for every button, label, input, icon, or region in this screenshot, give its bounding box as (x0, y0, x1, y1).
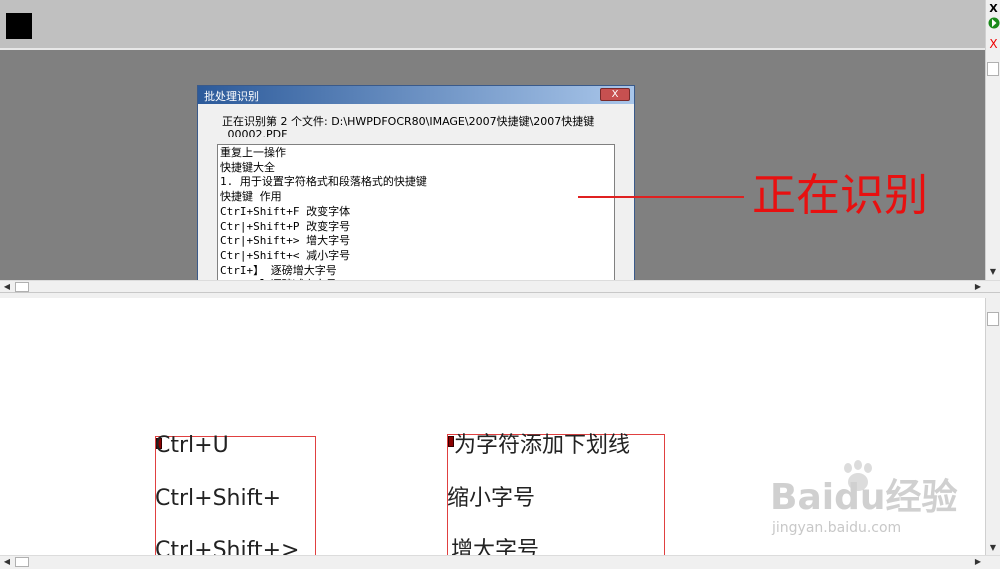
recognized-text-line: 快捷键大全 (220, 160, 275, 174)
recognized-text-line: Ctr|+Shift+< 减小字号 (220, 248, 351, 262)
ocr-line: 增大字号 (451, 538, 540, 555)
ocr-line: Ctrl+U (155, 433, 229, 458)
recognized-text-line: 快捷键 作用 (220, 190, 282, 204)
close-x-black-icon[interactable]: X (987, 2, 1000, 15)
vertical-scroll-thumb[interactable] (987, 312, 999, 326)
top-toolbar (0, 0, 985, 50)
recognition-status-text: 正在识别第 2 个文件: D:\HWPDFOCR80\IMAGE\2007快捷键… (222, 115, 595, 137)
vertical-scroll-thumb[interactable] (987, 62, 999, 76)
scroll-down-arrow-icon[interactable]: ▼ (986, 542, 1000, 554)
recognized-text-line: CtrI+】 逐磅增大字号 (220, 263, 337, 277)
green-arrow-icon[interactable] (987, 16, 1000, 29)
annotation-line (578, 196, 744, 198)
watermark-main: Baidu经验 (770, 477, 958, 518)
top-right-controls: X X ▼ (985, 0, 1000, 280)
ocr-line: Ctrl+Shift+> (155, 538, 300, 555)
ocr-line: Ctrl+Shift+ (155, 486, 282, 511)
app-window: 批处理识别 X 正在识别第 2 个文件: D:\HWPDFOCR80\IMAGE… (0, 0, 1000, 569)
dialog-close-button[interactable]: X (600, 88, 630, 101)
recognized-text-line: Ctr|+Shift+P 改变字号 (220, 219, 351, 233)
baidu-watermark: Baidu经验 jingyan.baidu.com (770, 460, 970, 540)
dialog-title-bar[interactable]: 批处理识别 X (198, 86, 634, 104)
scroll-down-arrow-icon[interactable]: ▼ (986, 266, 1000, 278)
scroll-left-arrow-icon[interactable]: ◀ (0, 556, 14, 568)
recognized-text-line: Ctr|+Shift+> 增大字号 (220, 234, 351, 248)
ocr-line: 为字符添加下划线 (454, 433, 631, 458)
ocr-line: 缩小字号 (447, 486, 536, 511)
image-view-pane[interactable]: 批处理识别 X 正在识别第 2 个文件: D:\HWPDFOCR80\IMAGE… (0, 0, 985, 285)
recognized-text-line: CtrI+Shift+F 改变字体 (220, 204, 351, 218)
recognized-text-line: 重复上一操作 (220, 146, 286, 159)
scroll-right-arrow-icon[interactable]: ▶ (971, 556, 985, 568)
bottom-right-scroll: ▼ (985, 298, 1000, 555)
close-x-red-icon[interactable]: X (987, 38, 1000, 51)
bottom-horizontal-scrollbar[interactable]: ◀ ▶ (0, 555, 1000, 569)
annotation-label: 正在识别 (752, 170, 928, 221)
horizontal-scroll-thumb[interactable] (15, 282, 29, 292)
dialog-title: 批处理识别 (204, 90, 259, 103)
black-square-icon (6, 13, 32, 39)
batch-recognize-dialog: 批处理识别 X 正在识别第 2 个文件: D:\HWPDFOCR80\IMAGE… (197, 85, 635, 285)
watermark-sub: jingyan.baidu.com (772, 520, 902, 536)
recognized-text-list[interactable]: 重复上一操作 快捷键大全 1. 用于设置字符格式和段落格式的快捷键 快捷键 作用 Ctr… (217, 144, 615, 285)
horizontal-scroll-thumb[interactable] (15, 557, 29, 567)
recognized-text-line: 1. 用于设置字符格式和段落格式的快捷键 (220, 175, 427, 189)
